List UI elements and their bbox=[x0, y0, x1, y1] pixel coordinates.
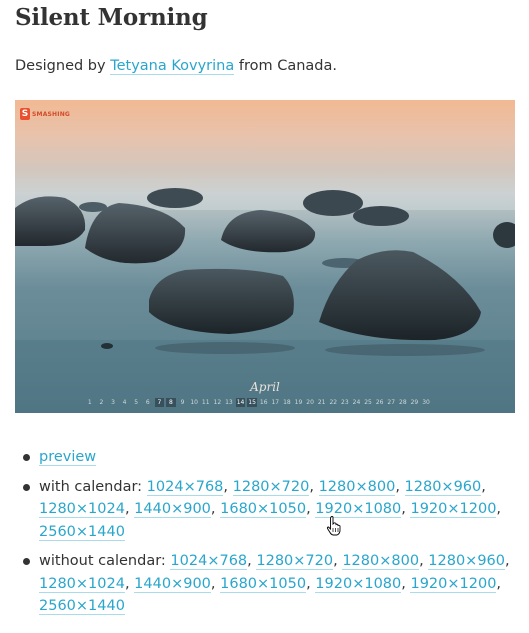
download-list: preview with calendar: 1024×768, 1280×72… bbox=[15, 446, 515, 625]
calendar-day: 7 bbox=[154, 398, 165, 407]
calendar-day: 25 bbox=[364, 399, 372, 406]
calendar-day: 3 bbox=[111, 399, 115, 406]
calendar-day: 10 bbox=[190, 399, 198, 406]
calendar-day: 15 bbox=[247, 398, 257, 407]
page-title: Silent Morning bbox=[15, 4, 208, 31]
with-calendar-label: with calendar: bbox=[39, 478, 143, 495]
bullet-icon bbox=[23, 454, 30, 461]
calendar-day: 23 bbox=[341, 399, 349, 406]
without-calendar-label: without calendar: bbox=[39, 553, 166, 569]
calendar-day: 26 bbox=[375, 399, 384, 406]
resolution-link[interactable]: 1920×1080 bbox=[315, 575, 402, 593]
seascape-illustration bbox=[15, 170, 515, 413]
calendar-day: 19 bbox=[294, 399, 303, 406]
list-item-without-calendar: without calendar: 1024×768, 1280×720, 12… bbox=[15, 550, 515, 618]
resolution-link[interactable]: 1024×768 bbox=[170, 553, 248, 570]
calendar-day: 16 bbox=[259, 399, 268, 406]
hand-pointer-cursor-icon bbox=[326, 516, 341, 536]
byline-prefix: Designed by bbox=[15, 58, 106, 74]
calendar-day: 9 bbox=[180, 399, 185, 406]
calendar-day: 6 bbox=[145, 399, 150, 406]
calendar-day: 2 bbox=[99, 399, 104, 406]
designer-link[interactable]: Tetyana Kovyrina bbox=[110, 58, 235, 75]
bullet-icon bbox=[23, 483, 30, 491]
calendar-day: 12 bbox=[213, 399, 222, 406]
resolution-link[interactable]: 1280×800 bbox=[342, 553, 420, 570]
resolution-link[interactable]: 1280×720 bbox=[256, 553, 334, 570]
resolution-link[interactable]: 1280×1024 bbox=[39, 501, 125, 518]
preview-link[interactable]: preview bbox=[39, 449, 97, 466]
calendar-day: 17 bbox=[271, 399, 280, 406]
calendar-day: 21 bbox=[317, 399, 326, 406]
resolution-link[interactable]: 1280×1024 bbox=[39, 575, 125, 593]
resolution-link[interactable]: 1024×768 bbox=[146, 478, 224, 496]
resolution-link[interactable]: 1680×1050 bbox=[220, 575, 307, 593]
calendar-day: 8 bbox=[166, 398, 176, 407]
wallpaper-preview-image[interactable]: S SMASHING April 1 2 3 4 5 6 7 8 9 10 11 12 13 14 15 16… bbox=[15, 100, 515, 413]
resolution-link[interactable]: 1280×800 bbox=[318, 478, 396, 496]
list-item-with-calendar: with calendar: 1024×768, 1280×720, 1280×… bbox=[15, 476, 515, 544]
calendar-day: 5 bbox=[134, 399, 139, 406]
calendar-day: 1 bbox=[87, 399, 92, 406]
resolution-link[interactable]: 1280×720 bbox=[232, 478, 310, 496]
resolution-link[interactable]: 1920×1200 bbox=[410, 575, 497, 593]
calendar-day: 27 bbox=[387, 399, 396, 406]
resolution-link[interactable]: 1280×960 bbox=[428, 553, 506, 570]
bullet-icon bbox=[23, 558, 30, 565]
resolution-link[interactable]: 1680×1050 bbox=[220, 501, 307, 518]
calendar-day: 30 bbox=[422, 399, 430, 406]
calendar-day: 4 bbox=[122, 399, 127, 406]
calendar-day: 20 bbox=[306, 399, 314, 406]
resolution-link[interactable]: 1440×900 bbox=[134, 501, 211, 518]
resolution-link[interactable]: 1280×960 bbox=[404, 478, 482, 496]
calendar-day: 11 bbox=[201, 399, 210, 406]
calendar-day: 14 bbox=[235, 398, 246, 407]
smashing-logo-mark: S bbox=[20, 108, 30, 120]
calendar-day: 22 bbox=[329, 399, 338, 406]
resolution-link[interactable]: 2560×1440 bbox=[39, 598, 125, 615]
calendar-day: 13 bbox=[225, 399, 233, 406]
calendar-month: April bbox=[250, 380, 280, 394]
resolution-link[interactable]: 2560×1440 bbox=[39, 523, 125, 541]
calendar-day: 28 bbox=[399, 399, 407, 406]
calendar-day: 24 bbox=[352, 399, 361, 406]
resolution-link[interactable]: 1920×1200 bbox=[410, 501, 497, 518]
byline: Designed by Tetyana Kovyrina from Canada… bbox=[15, 58, 337, 75]
calendar-day: 18 bbox=[283, 399, 291, 406]
smashing-logo-text: SMASHING bbox=[32, 110, 71, 118]
resolution-link[interactable]: 1440×900 bbox=[134, 575, 211, 593]
byline-suffix: from Canada. bbox=[238, 58, 337, 74]
smashing-logo: S SMASHING bbox=[20, 108, 70, 120]
calendar-days: 1 2 3 4 5 6 7 8 9 10 11 12 13 14 15 16 17 18 19 20 21 22 23 24 2… bbox=[85, 398, 431, 407]
calendar-day: 29 bbox=[410, 399, 419, 406]
list-item-preview: preview bbox=[15, 446, 515, 469]
